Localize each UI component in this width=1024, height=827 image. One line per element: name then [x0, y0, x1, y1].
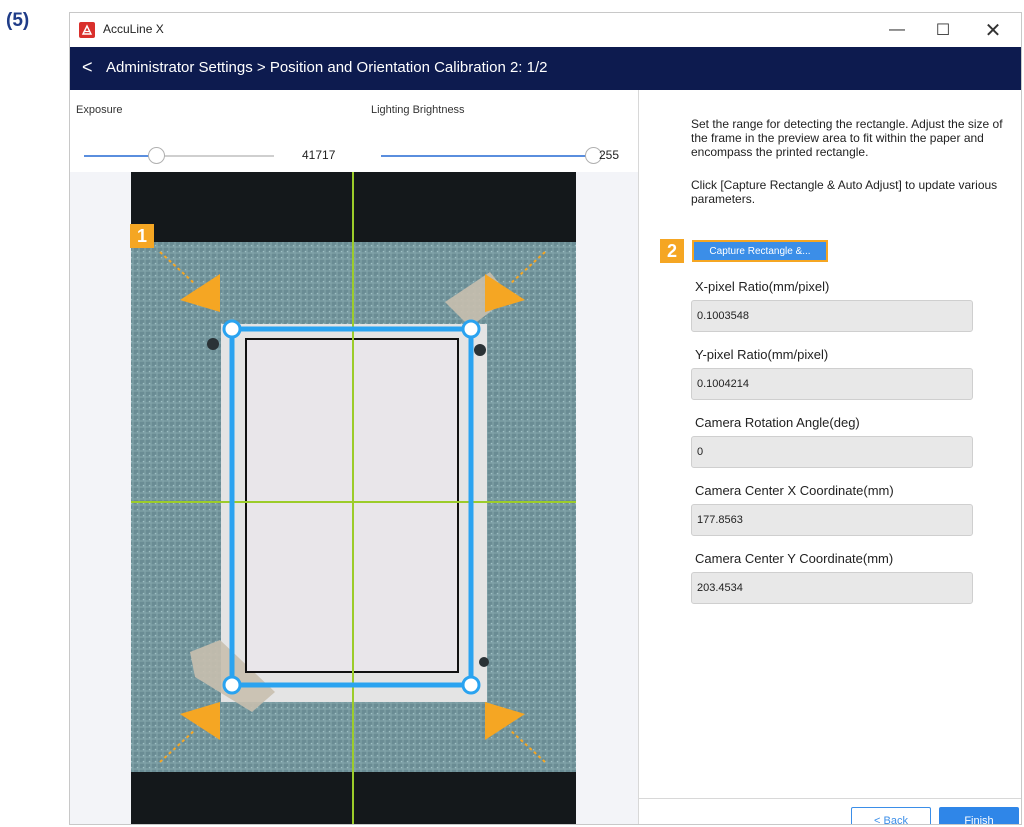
capture-rectangle-button[interactable]: Capture Rectangle &... — [692, 240, 828, 262]
lighting-brightness-slider-fill — [381, 155, 593, 157]
circle-handle-icon[interactable] — [461, 675, 481, 695]
minimize-button[interactable]: — — [874, 13, 920, 47]
app-window: AccuLine X — ☐ ✕ < Administrator Setting… — [69, 12, 1022, 825]
acculine-app-icon — [79, 22, 95, 38]
x-pixel-ratio-label: X-pixel Ratio(mm/pixel) — [695, 279, 830, 294]
lighting-brightness-label: Lighting Brightness — [371, 104, 465, 116]
exposure-value: 41717 — [302, 148, 336, 162]
left-panel: Exposure 41717 Lighting Brightness 255 1 — [70, 90, 638, 824]
right-panel: Set the range for detecting the rectangl… — [639, 90, 1021, 824]
maximize-button[interactable]: ☐ — [920, 13, 966, 47]
exposure-slider-thumb[interactable] — [148, 147, 165, 164]
title-bar: AccuLine X — ☐ ✕ — [70, 13, 1021, 47]
camera-preview[interactable]: 1 — [70, 172, 638, 824]
annotation-badge-1: 1 — [130, 224, 154, 248]
camera-rotation-angle-field[interactable]: 0 — [691, 436, 973, 468]
sliders-area: Exposure 41717 Lighting Brightness 255 — [70, 90, 638, 172]
screw-top-left — [207, 338, 219, 350]
camera-rotation-angle-label: Camera Rotation Angle(deg) — [695, 415, 860, 430]
exposure-slider[interactable] — [84, 147, 274, 164]
app-title: AccuLine X — [103, 22, 164, 36]
annotation-badge-2: 2 — [660, 239, 684, 263]
exposure-slider-fill — [84, 155, 156, 157]
instruction-text-1: Set the range for detecting the rectangl… — [691, 117, 1003, 159]
lighting-brightness-value: 255 — [599, 148, 620, 162]
x-pixel-ratio-field[interactable]: 0.1003548 — [691, 300, 973, 332]
finish-button[interactable]: Finish — [939, 807, 1019, 824]
breadcrumb: Administrator Settings > Position and Or… — [106, 59, 548, 76]
y-pixel-ratio-field[interactable]: 0.1004214 — [691, 368, 973, 400]
screw-bottom-right — [479, 657, 489, 667]
back-button[interactable]: < Back — [851, 807, 931, 824]
instruction-text-2: Click [Capture Rectangle & Auto Adjust] … — [691, 178, 998, 206]
circle-handle-icon[interactable] — [222, 675, 242, 695]
camera-preview-canvas — [131, 172, 576, 824]
camera-center-x-label: Camera Center X Coordinate(mm) — [695, 483, 894, 498]
y-pixel-ratio-label: Y-pixel Ratio(mm/pixel) — [695, 347, 829, 362]
camera-center-y-label: Camera Center Y Coordinate(mm) — [695, 551, 894, 566]
circle-handle-icon[interactable] — [222, 319, 242, 339]
step-label: (5) — [6, 10, 30, 31]
exposure-label: Exposure — [76, 104, 123, 116]
screw-top-right — [474, 344, 486, 356]
circle-handle-icon[interactable] — [461, 319, 481, 339]
camera-center-x-field[interactable]: 177.8563 — [691, 504, 973, 536]
close-button[interactable]: ✕ — [970, 13, 1016, 47]
camera-center-y-field[interactable]: 203.4534 — [691, 572, 973, 604]
footer-divider — [639, 798, 1021, 799]
navigation-bar: < Administrator Settings > Position and … — [70, 47, 1021, 90]
chevron-left-icon[interactable]: < — [82, 57, 93, 78]
lighting-brightness-slider[interactable] — [381, 147, 602, 164]
